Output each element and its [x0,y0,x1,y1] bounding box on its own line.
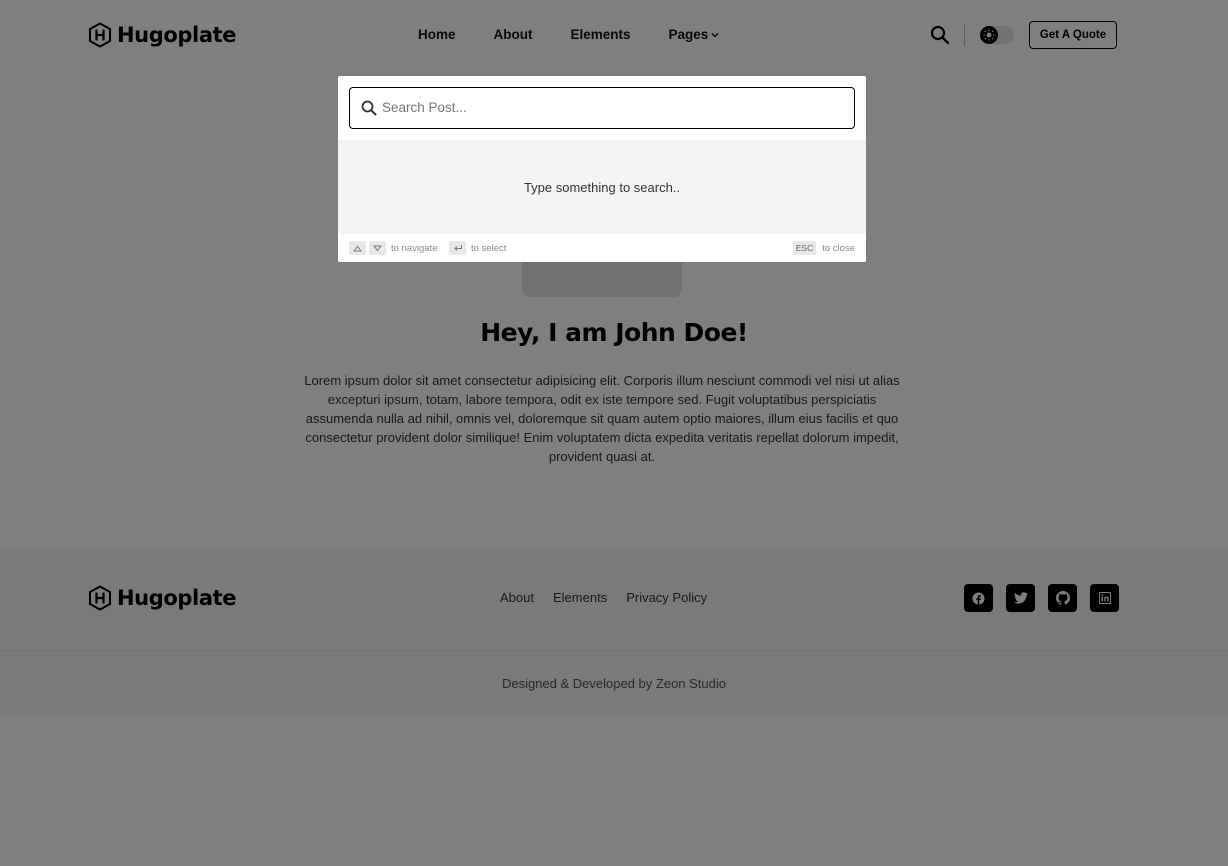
search-empty-message: Type something to search.. [523,179,681,195]
search-modal: Type something to search.. to navigate t… [338,76,866,262]
search-input[interactable] [382,88,842,127]
arrow-up-icon [353,245,362,251]
close-hint: ESC to close [792,241,855,255]
navigate-hint-text: to navigate [391,242,438,254]
search-modal-footer: to navigate to select ESC to close [338,234,866,262]
select-hint: to select [449,241,506,255]
arrow-up-key [349,241,366,255]
search-field[interactable] [349,87,855,129]
enter-icon [453,245,462,251]
navigate-hint: to navigate [349,241,437,255]
arrow-down-icon [373,245,382,251]
page: Hugoplate Home About Elements Pages [0,0,1228,866]
search-results: Type something to search.. [338,140,866,234]
select-hint-text: to select [471,242,507,254]
esc-key: ESC [792,241,817,255]
arrow-down-key [369,241,386,255]
search-icon [361,100,377,116]
close-hint-text: to close [822,242,855,254]
enter-key [449,241,466,255]
